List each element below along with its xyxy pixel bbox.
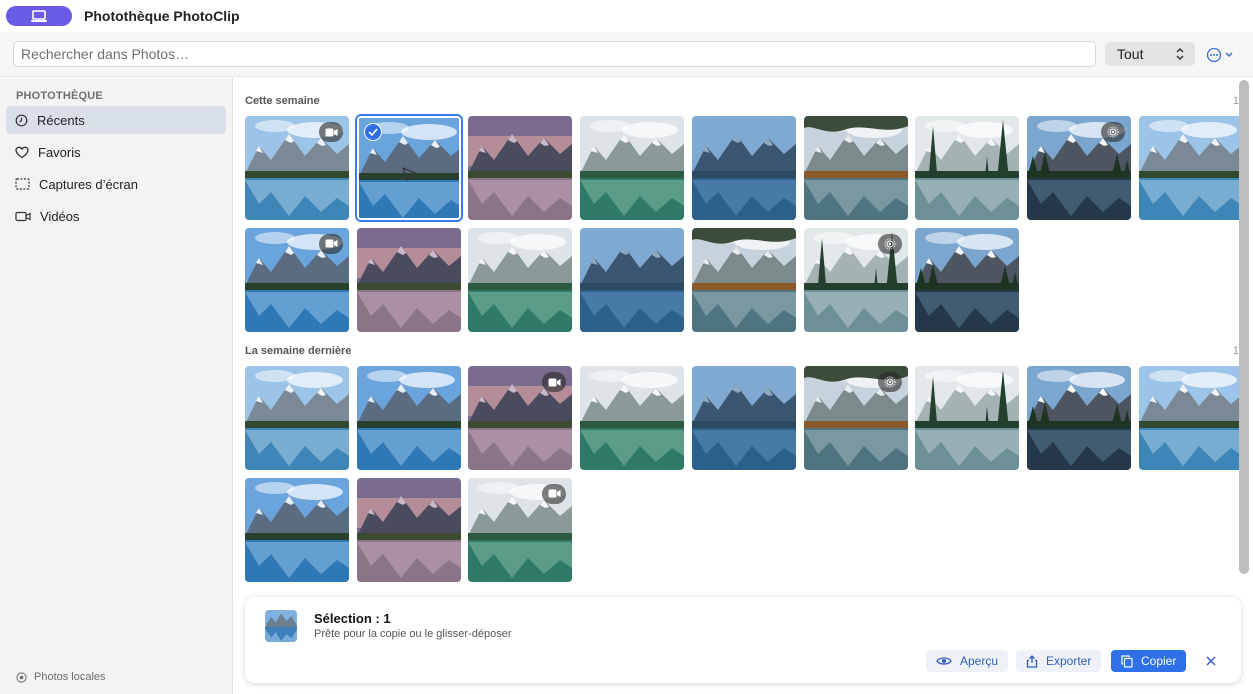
sidebar-footer: Photos locales: [16, 671, 106, 683]
scrollbar[interactable]: [1239, 80, 1249, 574]
filter-value: Tout: [1117, 46, 1144, 62]
sidebar-item-videos[interactable]: Vidéos: [6, 202, 226, 230]
more-options-button[interactable]: [1206, 46, 1236, 64]
live-photo-badge: [877, 372, 902, 392]
sidebar-heading: PHOTOTHÈQUE: [16, 90, 103, 102]
selection-title: Sélection : 1: [314, 611, 391, 626]
share-icon: [1026, 654, 1038, 668]
copy-label: Copier: [1141, 654, 1177, 668]
live-photo-icon: [1107, 126, 1119, 138]
photo-thumbnail[interactable]: [915, 227, 1020, 332]
video-badge: [319, 122, 343, 142]
photo-thumbnail[interactable]: [1026, 116, 1131, 220]
photo-thumbnail[interactable]: [1138, 116, 1243, 220]
search-input[interactable]: [13, 41, 1096, 67]
video-badge: [319, 233, 343, 254]
export-label: Exporter: [1046, 654, 1092, 668]
photo-thumbnail[interactable]: [468, 366, 573, 470]
photo-thumbnail[interactable]: [580, 227, 685, 332]
photo-thumbnail[interactable]: [245, 227, 349, 332]
photo-thumbnail[interactable]: [580, 366, 685, 470]
app-menu-button[interactable]: [6, 6, 72, 26]
video-badge: [542, 372, 567, 392]
chevron-down-icon: [1225, 52, 1233, 58]
preview-label: Aperçu: [960, 654, 999, 668]
eye-icon: [936, 657, 952, 665]
ellipsis-circle-icon: [1206, 47, 1222, 63]
sidebar: PHOTOTHÈQUE Récents Favoris Captures d’é…: [0, 78, 233, 694]
photo-thumbnail[interactable]: [1026, 366, 1131, 470]
photo-thumbnail[interactable]: [468, 116, 573, 220]
clock-icon: [15, 114, 28, 126]
selection-subtitle: Prête pour la copie ou le glisser-dépose…: [314, 628, 512, 640]
filter-select[interactable]: Tout: [1105, 42, 1195, 66]
export-button[interactable]: Exporter: [1016, 650, 1102, 672]
photo-grid-area[interactable]: Cette semaine 1 La semaine dernière 1 Sé…: [233, 78, 1253, 694]
photo-thumbnail[interactable]: [245, 116, 349, 220]
photo-thumbnail[interactable]: [354, 114, 463, 222]
close-icon: [1206, 656, 1216, 666]
photo-thumbnail[interactable]: [356, 366, 461, 470]
preview-button[interactable]: Aperçu: [926, 650, 1009, 672]
cursor-icon: [401, 166, 417, 182]
window-title: Photothèque PhotoClip: [84, 8, 240, 24]
video-icon: [548, 378, 561, 386]
selection-thumbnail: [265, 610, 297, 642]
section-title-last-week: La semaine dernière: [245, 345, 352, 357]
sidebar-item-favoris[interactable]: Favoris: [6, 138, 226, 166]
sidebar-item-label: Vidéos: [40, 208, 80, 224]
close-selection-button[interactable]: [1202, 652, 1220, 670]
video-icon: [15, 211, 31, 221]
copy-button[interactable]: Copier: [1111, 650, 1187, 672]
photo-thumbnail[interactable]: [245, 477, 349, 582]
title-bar: Photothèque PhotoClip: [0, 0, 1253, 32]
photo-thumbnail[interactable]: [691, 366, 796, 470]
video-badge: [542, 483, 567, 504]
video-icon: [325, 239, 337, 248]
sidebar-item-label: Captures d’écran: [39, 176, 138, 192]
checkmark-icon: [363, 123, 382, 141]
video-icon: [325, 128, 337, 136]
local-photos-icon: [16, 671, 27, 683]
photo-thumbnail[interactable]: [468, 227, 573, 332]
screenshot-icon: [15, 178, 30, 190]
copy-icon: [1121, 654, 1133, 668]
photo-thumbnail[interactable]: [803, 116, 908, 220]
photo-thumbnail[interactable]: [356, 227, 461, 332]
photo-thumbnail[interactable]: [803, 227, 908, 332]
photo-thumbnail[interactable]: [1138, 366, 1243, 470]
photo-thumbnail[interactable]: [245, 366, 349, 470]
photo-thumbnail[interactable]: [915, 116, 1020, 220]
section-title-this-week: Cette semaine: [245, 95, 320, 107]
video-icon: [548, 489, 561, 498]
sidebar-footer-label: Photos locales: [34, 671, 106, 683]
heart-icon: [15, 146, 29, 158]
sidebar-item-captures[interactable]: Captures d’écran: [6, 170, 226, 198]
photo-thumbnail[interactable]: [803, 366, 908, 470]
live-photo-badge: [1100, 122, 1125, 142]
photo-thumbnail[interactable]: [915, 366, 1020, 470]
sidebar-item-recents[interactable]: Récents: [6, 106, 226, 134]
live-photo-icon: [884, 238, 895, 249]
selection-panel: Sélection : 1 Prête pour la copie ou le …: [245, 597, 1241, 683]
up-down-chevron-icon: [1176, 47, 1184, 61]
photo-thumbnail[interactable]: [691, 227, 796, 332]
toolbar: Tout: [0, 32, 1253, 77]
laptop-icon: [31, 9, 47, 22]
live-photo-icon: [884, 376, 895, 388]
photo-thumbnail[interactable]: [691, 116, 796, 220]
live-photo-badge: [877, 233, 902, 254]
photo-thumbnail[interactable]: [356, 477, 461, 582]
photo-thumbnail[interactable]: [468, 477, 573, 582]
sidebar-item-label: Favoris: [38, 144, 81, 160]
sidebar-item-label: Récents: [37, 112, 85, 128]
photo-thumbnail[interactable]: [580, 116, 685, 220]
